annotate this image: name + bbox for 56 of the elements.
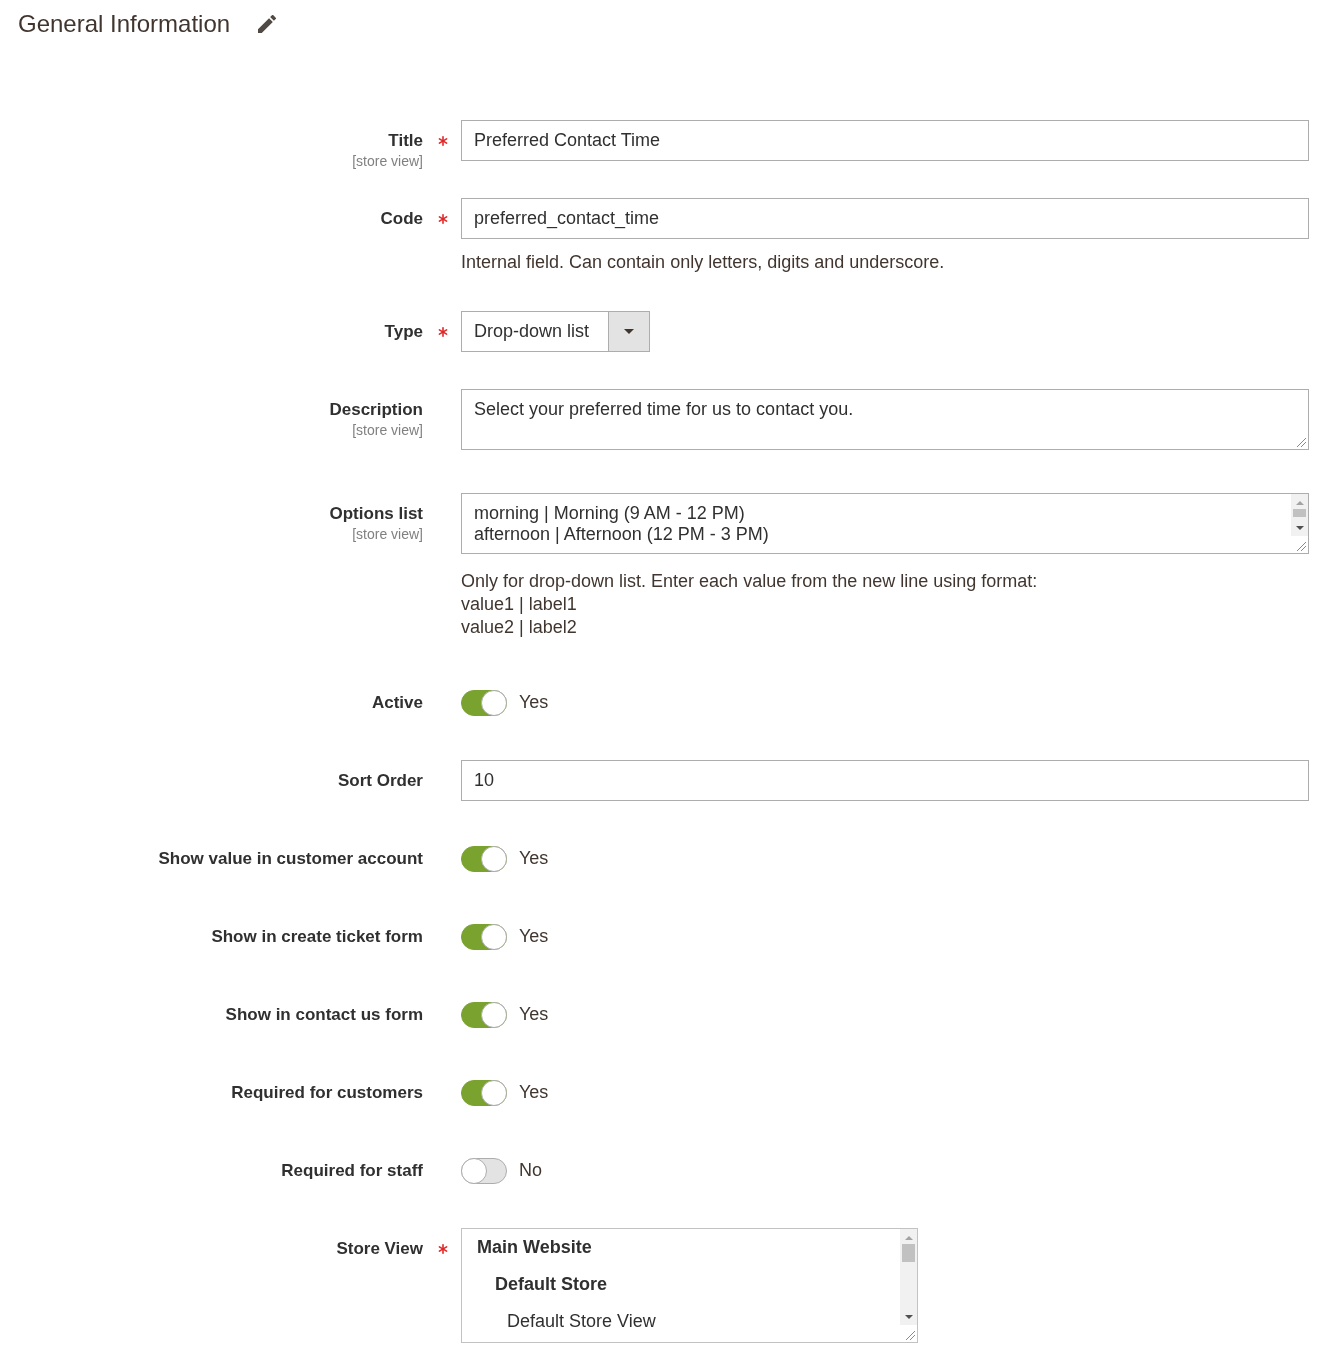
pencil-icon[interactable] [258,15,277,33]
scrollbar-track[interactable] [900,1229,917,1325]
field-hint: Only for drop-down list. Enter each value from the new line using format: [461,570,1039,593]
toggle-state-label: Yes [519,925,549,948]
scroll-up-icon[interactable] [904,1236,913,1240]
text-input[interactable]: 10 [461,760,1309,801]
field-hint: value1 | label1 [461,593,578,616]
field-label: Type [383,321,423,343]
toggle-switch[interactable] [461,1001,507,1028]
field-hint: value2 | label2 [461,616,578,639]
toggle-switch[interactable] [461,1079,507,1106]
textarea-field[interactable]: Select your preferred time for us to contact you. [461,389,1309,450]
store-view-option[interactable]: Default Store View [462,1303,900,1340]
option-group-label: Main Website [476,1236,593,1259]
field-label: Title [387,130,423,152]
toggle-state-label: Yes [519,1081,549,1104]
toggle-switch[interactable] [461,1157,507,1184]
field-label: Show value in customer account [157,848,423,870]
toggle-state-label: No [519,1159,542,1182]
scope-label: [store view] [351,422,423,438]
scroll-up-icon[interactable] [1295,501,1304,505]
toggle-switch[interactable] [461,689,507,716]
toggle-state-label: Yes [519,1003,549,1026]
text-input[interactable]: preferred_contact_time [461,198,1309,239]
section-title: General Information [18,9,231,39]
store-view-multiselect[interactable]: Main Website Default Store Default Store View [461,1228,918,1343]
field-label: Required for customers [230,1082,423,1104]
field-label: Required for staff [280,1160,423,1182]
option-group-label: Default Store [494,1273,609,1296]
field-label: Code [379,208,423,230]
toggle-state-label: Yes [519,691,549,714]
scope-label: [store view] [351,153,423,169]
caret-icon [608,312,649,351]
textarea-field[interactable]: morning | Morning (9 AM - 12 PM) afternoon | Afternoon (12 PM - 3 PM) [461,493,1309,554]
field-label: Active [370,692,423,714]
toggle-state-label: Yes [519,847,549,870]
resize-grip-icon[interactable] [906,1331,915,1340]
scrollbar-track[interactable] [1291,494,1308,536]
toggle-switch[interactable] [461,923,507,950]
scrollbar-thumb[interactable] [902,1244,915,1262]
field-label: Sort Order [336,770,423,792]
field-label: Store View [335,1238,423,1260]
field-label: Show in contact us form [224,1004,423,1026]
scope-label: [store view] [351,526,423,542]
field-label: Show in create ticket form [210,926,423,948]
type-select[interactable]: Drop-down list [461,311,650,352]
scroll-down-icon[interactable] [1295,526,1304,530]
scroll-down-icon[interactable] [904,1315,913,1319]
field-label: Description [328,399,423,421]
resize-grip-icon[interactable] [1297,438,1306,447]
field-label: Options list [328,503,423,525]
resize-grip-icon[interactable] [1297,542,1306,551]
text-input[interactable]: Preferred Contact Time [461,120,1309,161]
scrollbar-thumb[interactable] [1293,509,1306,517]
field-hint: Internal field. Can contain only letters, digits and underscore. [461,251,946,274]
toggle-switch[interactable] [461,845,507,872]
